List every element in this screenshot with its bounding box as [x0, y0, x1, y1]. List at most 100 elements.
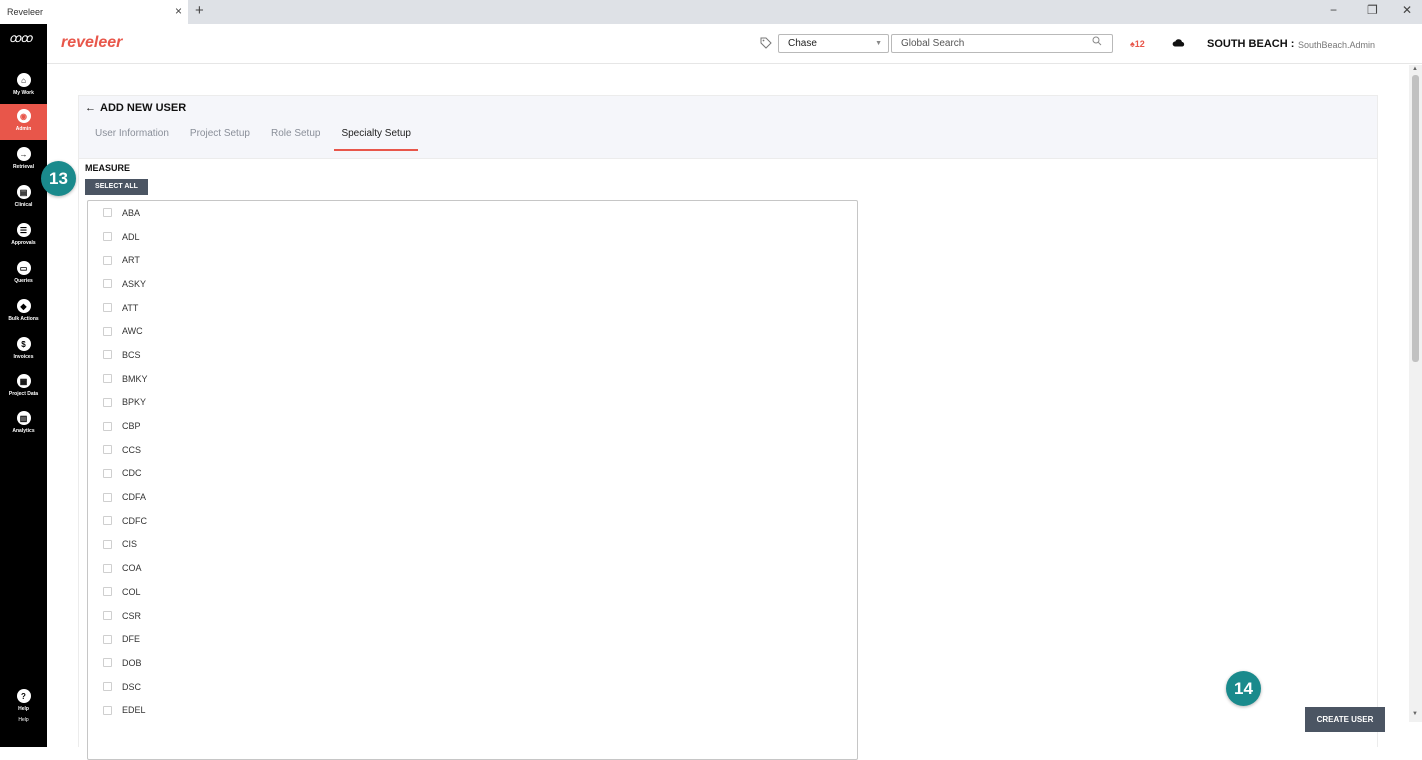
global-search-input[interactable]: Global Search [891, 34, 1113, 53]
scroll-up-icon[interactable]: ▲ [1412, 66, 1418, 72]
sidebar-item-analytics[interactable]: ▥ Analytics [0, 406, 47, 442]
measure-item[interactable]: CDFC [88, 509, 857, 533]
measure-checkbox[interactable] [103, 374, 112, 384]
measure-label: CBP [122, 421, 141, 432]
new-tab-icon[interactable]: + [195, 2, 204, 19]
measure-label: DFE [122, 634, 140, 645]
measure-checkbox[interactable] [103, 563, 112, 573]
sidebar-item-label: Queries [14, 278, 33, 284]
measure-checkbox[interactable] [103, 397, 112, 407]
bulk-actions-icon: ◆ [16, 299, 31, 313]
sidebar-item-label: My Work [13, 90, 34, 96]
measure-checkbox[interactable] [103, 326, 112, 336]
measure-label: CIS [122, 539, 138, 550]
measure-item[interactable]: BPKY [88, 391, 857, 415]
notifications-button[interactable]: ♠12 [1130, 39, 1145, 49]
measure-checkbox[interactable] [103, 682, 112, 692]
cloud-icon[interactable] [1172, 36, 1185, 50]
measure-label: EDEL [122, 705, 146, 716]
measure-label: CDC [122, 468, 142, 479]
tab-role-setup[interactable]: Role Setup [271, 128, 320, 151]
measure-item[interactable]: ATT [88, 296, 857, 320]
measure-checkbox[interactable] [103, 232, 112, 242]
measure-item[interactable]: ABA [88, 201, 857, 225]
sidebar-item-invoices[interactable]: $ Invoices [0, 332, 47, 368]
measure-item[interactable]: DSC [88, 675, 857, 699]
admin-icon: ◉ [16, 109, 31, 123]
scroll-down-icon[interactable]: ▼ [1412, 711, 1418, 717]
measure-checkbox[interactable] [103, 611, 112, 621]
measure-label: BCS [122, 349, 141, 360]
create-user-button[interactable]: CREATE USER [1305, 707, 1385, 732]
measure-label: BMKY [122, 373, 148, 384]
measure-checkbox[interactable] [103, 634, 112, 644]
measure-item[interactable]: ADL [88, 225, 857, 249]
measure-item[interactable]: ART [88, 248, 857, 272]
tab-close-icon[interactable]: × [175, 4, 182, 18]
sidebar-item-queries[interactable]: ▭ Queries [0, 256, 47, 292]
tab-specialty-setup[interactable]: Specialty Setup [334, 128, 418, 151]
sidebar-item-label: Bulk Actions [8, 316, 39, 322]
tab-project-setup[interactable]: Project Setup [190, 128, 250, 151]
back-arrow-icon[interactable]: ← [85, 102, 96, 114]
measure-item[interactable]: AWC [88, 319, 857, 343]
browser-tab-bar: Reveleer × + − ❐ ✕ [0, 0, 1422, 24]
measure-item[interactable]: CDFA [88, 485, 857, 509]
measure-list[interactable]: ABA ADL ART ASKY ATT AWC BCS BMKY BPKY CBP CCS CDC C… [87, 200, 858, 760]
org-name: SOUTH BEACH : [1207, 38, 1295, 50]
measure-checkbox[interactable] [103, 587, 112, 597]
user-name[interactable]: SouthBeach.Admin [1298, 40, 1375, 50]
measure-item[interactable]: CBP [88, 414, 857, 438]
sidebar-item-clinical[interactable]: ▤ Clinical [0, 180, 47, 216]
measure-checkbox[interactable] [103, 279, 112, 289]
measure-checkbox[interactable] [103, 516, 112, 526]
app-logo-icon[interactable]: ꝏꝏ [9, 31, 32, 45]
measure-checkbox[interactable] [103, 492, 112, 502]
sidebar-item-label: Project Data [8, 391, 39, 397]
search-icon[interactable] [1092, 35, 1102, 52]
sidebar-item-my-work[interactable]: ⌂ My Work [0, 68, 47, 104]
sidebar-item-admin[interactable]: ◉ Admin [0, 104, 47, 140]
measure-checkbox[interactable] [103, 303, 112, 313]
panel-header: ← ADD NEW USER User Information Project … [79, 96, 1377, 159]
sidebar-item-bulk-actions[interactable]: ◆ Bulk Actions [0, 294, 47, 330]
scrollbar-thumb[interactable] [1412, 75, 1419, 362]
select-all-button[interactable]: SELECT ALL [85, 179, 148, 195]
window-close-icon[interactable]: ✕ [1402, 3, 1412, 17]
page-scrollbar[interactable]: ▲ ▼ [1409, 65, 1422, 722]
minimize-icon[interactable]: − [1330, 3, 1337, 17]
measure-item[interactable]: CIS [88, 533, 857, 557]
measure-checkbox[interactable] [103, 445, 112, 455]
restore-icon[interactable]: ❐ [1367, 3, 1378, 17]
measure-checkbox[interactable] [103, 705, 112, 715]
sidebar-item-label: Help [18, 717, 29, 723]
measure-item[interactable]: CSR [88, 604, 857, 628]
sidebar-item-help[interactable]: ? Help Help [0, 684, 47, 724]
measure-item[interactable]: BMKY [88, 367, 857, 391]
measure-item[interactable]: ASKY [88, 272, 857, 296]
measure-checkbox[interactable] [103, 539, 112, 549]
search-type-value: Chase [788, 38, 817, 49]
sidebar-item-project-data[interactable]: ▦ Project Data [0, 369, 47, 405]
tab-user-information[interactable]: User Information [95, 128, 169, 151]
measure-checkbox[interactable] [103, 208, 112, 218]
measure-item[interactable]: COA [88, 556, 857, 580]
measure-checkbox[interactable] [103, 421, 112, 431]
sidebar-item-approvals[interactable]: ☰ Approvals [0, 218, 47, 254]
measure-item[interactable]: COL [88, 580, 857, 604]
sidebar-item-retrieval[interactable]: → Retrieval [0, 142, 47, 178]
measure-item[interactable]: EDEL [88, 698, 857, 722]
measure-checkbox[interactable] [103, 468, 112, 478]
measure-item[interactable]: BCS [88, 343, 857, 367]
brand-logo[interactable]: reveleer [61, 34, 122, 52]
browser-tab[interactable]: Reveleer × [0, 0, 188, 24]
sidebar-item-label: Invoices [13, 354, 34, 360]
search-type-select[interactable]: Chase ▼ [778, 34, 889, 53]
measure-checkbox[interactable] [103, 350, 112, 360]
measure-item[interactable]: DFE [88, 627, 857, 651]
measure-item[interactable]: CDC [88, 462, 857, 486]
measure-checkbox[interactable] [103, 255, 112, 265]
measure-item[interactable]: CCS [88, 438, 857, 462]
measure-item[interactable]: DOB [88, 651, 857, 675]
measure-checkbox[interactable] [103, 658, 112, 668]
